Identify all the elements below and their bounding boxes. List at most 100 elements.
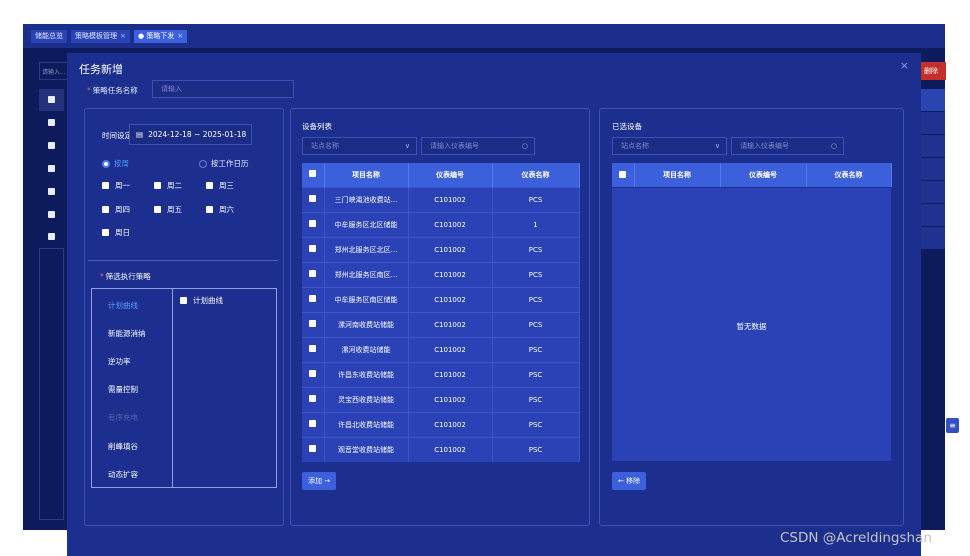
checkbox-label: 周六	[219, 205, 234, 214]
checkbox-monday[interactable]: 周一	[102, 180, 130, 191]
checkbox-box	[102, 229, 109, 236]
chevron-down-icon: ∨	[404, 142, 410, 150]
selected-site-select[interactable]: 站点名称 ∨	[612, 137, 727, 155]
tab-strategy-dispatch[interactable]: ● 策略下发 ×	[134, 30, 188, 43]
table-cell: C101002	[408, 386, 493, 412]
table-cell: 三门峡渑池收费站...	[324, 186, 409, 212]
row-checkbox[interactable]	[302, 386, 325, 412]
row-checkbox[interactable]	[302, 336, 325, 362]
checkbox-box	[619, 170, 627, 178]
table-row[interactable]: 漯河南收费站储能 C101002 PCS	[302, 311, 580, 337]
add-button[interactable]: 添加 →	[302, 472, 337, 490]
background-row-checkbox[interactable]	[48, 165, 55, 172]
checkbox-box	[309, 395, 317, 402]
checkbox-tuesday[interactable]: 周二	[154, 180, 182, 191]
select-all-checkbox[interactable]	[302, 163, 325, 187]
row-checkbox[interactable]	[302, 311, 325, 337]
close-icon[interactable]: ×	[177, 32, 183, 40]
strategy-item-reverse-power[interactable]: 逆功率	[108, 356, 131, 367]
date-range-picker[interactable]: ▤ 2024-12-18 ~ 2025-01-18	[129, 124, 252, 145]
table-cell: PSC	[492, 336, 580, 362]
row-checkbox[interactable]	[302, 236, 325, 262]
delete-button[interactable]: 删除	[918, 62, 946, 80]
strategy-item-plan-curve[interactable]: 计划曲线	[108, 300, 138, 311]
top-tab-bar: 储能总览 策略模板管理 × ● 策略下发 ×	[23, 24, 945, 48]
table-cell: C101002	[408, 211, 493, 237]
table-row[interactable]: 漯河收费站储能 C101002 PSC	[302, 336, 580, 362]
strategy-item-peak-shaving[interactable]: 削峰填谷	[108, 441, 138, 452]
background-row-checkbox[interactable]	[48, 96, 55, 103]
column-header: 仪表名称	[806, 163, 892, 187]
checkbox-box	[309, 320, 317, 327]
table-row[interactable]: 观音堂收费站储能 C101002 PSC	[302, 436, 580, 462]
table-cell: C101002	[408, 261, 493, 287]
table-row[interactable]: 中牟服务区北区储能 C101002 1	[302, 211, 580, 237]
checkbox-label: 周四	[115, 205, 130, 214]
row-checkbox[interactable]	[302, 361, 325, 387]
radio-by-workday[interactable]: 按工作日历	[199, 158, 249, 169]
close-icon[interactable]: ×	[900, 59, 909, 72]
remove-button[interactable]: ← 移除	[612, 472, 647, 490]
row-checkbox[interactable]	[302, 211, 325, 237]
radio-by-week[interactable]: 按周	[102, 158, 129, 169]
checkbox-wednesday[interactable]: 周三	[206, 180, 234, 191]
row-checkbox[interactable]	[302, 436, 325, 462]
table-row[interactable]: 中牟服务区南区储能 C101002 PCS	[302, 286, 580, 312]
row-checkbox[interactable]	[302, 186, 325, 212]
table-cell: 许昌东收费站储能	[324, 361, 409, 387]
checkbox-box	[309, 295, 317, 302]
checkbox-box	[309, 220, 317, 227]
row-checkbox[interactable]	[302, 261, 325, 287]
background-row-checkbox[interactable]	[48, 188, 55, 195]
row-checkbox[interactable]	[302, 411, 325, 437]
site-select[interactable]: 站点名称 ∨	[302, 137, 417, 155]
tab-strategy-template[interactable]: 策略模板管理 ×	[71, 30, 130, 43]
background-row-checkbox[interactable]	[48, 119, 55, 126]
checkbox-plan-curve[interactable]: 计划曲线	[180, 295, 223, 306]
table-row[interactable]: 三门峡渑池收费站... C101002 PCS	[302, 186, 580, 212]
meter-search-input[interactable]: 请输入仪表编号 ○	[421, 137, 535, 155]
strategy-item-demand-control[interactable]: 需量控制	[108, 384, 138, 395]
close-icon[interactable]: ×	[120, 32, 126, 40]
table-cell: C101002	[408, 186, 493, 212]
checkbox-friday[interactable]: 周五	[154, 204, 182, 215]
checkbox-box	[309, 270, 317, 277]
table-cell: C101002	[408, 361, 493, 387]
meter-search-placeholder: 请输入仪表编号	[740, 142, 789, 150]
table-row[interactable]: 许昌北收费站储能 C101002 PSC	[302, 411, 580, 437]
background-search-input[interactable]: 请输入...	[39, 62, 68, 80]
table-row[interactable]: 灵宝西收费站储能 C101002 PSC	[302, 386, 580, 412]
tab-overview[interactable]: 储能总览	[31, 30, 67, 43]
table-cell: PSC	[492, 386, 580, 412]
background-row-checkbox[interactable]	[48, 233, 55, 240]
select-all-checkbox[interactable]	[612, 163, 635, 187]
table-row[interactable]: 许昌东收费站储能 C101002 PSC	[302, 361, 580, 387]
checkbox-thursday[interactable]: 周四	[102, 204, 130, 215]
background-row-checkbox[interactable]	[48, 142, 55, 149]
background-row-checkbox[interactable]	[48, 211, 55, 218]
radio-label: 按工作日历	[211, 159, 249, 168]
search-icon[interactable]: ○	[831, 138, 837, 154]
checkbox-sunday[interactable]: 周日	[102, 227, 130, 238]
selected-meter-search-input[interactable]: 请输入仪表编号 ○	[731, 137, 844, 155]
checkbox-box	[309, 245, 317, 252]
filter-icon[interactable]: ≡	[946, 418, 959, 433]
selected-device-table: 项目名称 仪表编号 仪表名称	[612, 163, 892, 187]
meter-search-placeholder: 请输入仪表编号	[430, 142, 479, 150]
search-icon[interactable]: ○	[522, 138, 528, 154]
table-cell: C101002	[408, 286, 493, 312]
strategy-item-dynamic-expansion[interactable]: 动态扩容	[108, 469, 138, 480]
strategy-item-renewable[interactable]: 新能源消纳	[108, 328, 146, 339]
table-row[interactable]: 郑州北服务区南区... C101002 PCS	[302, 261, 580, 287]
table-cell: 郑州北服务区南区...	[324, 261, 409, 287]
table-row[interactable]: 郑州北服务区北区... C101002 PCS	[302, 236, 580, 262]
site-select-placeholder: 站点名称	[621, 142, 649, 150]
task-name-input[interactable]: 请输入	[152, 80, 294, 98]
column-header: 项目名称	[634, 163, 721, 187]
table-cell: C101002	[408, 336, 493, 362]
table-cell: C101002	[408, 436, 493, 462]
checkbox-saturday[interactable]: 周六	[206, 204, 234, 215]
site-select-placeholder: 站点名称	[311, 142, 339, 150]
row-checkbox[interactable]	[302, 286, 325, 312]
checkbox-box	[206, 206, 213, 213]
